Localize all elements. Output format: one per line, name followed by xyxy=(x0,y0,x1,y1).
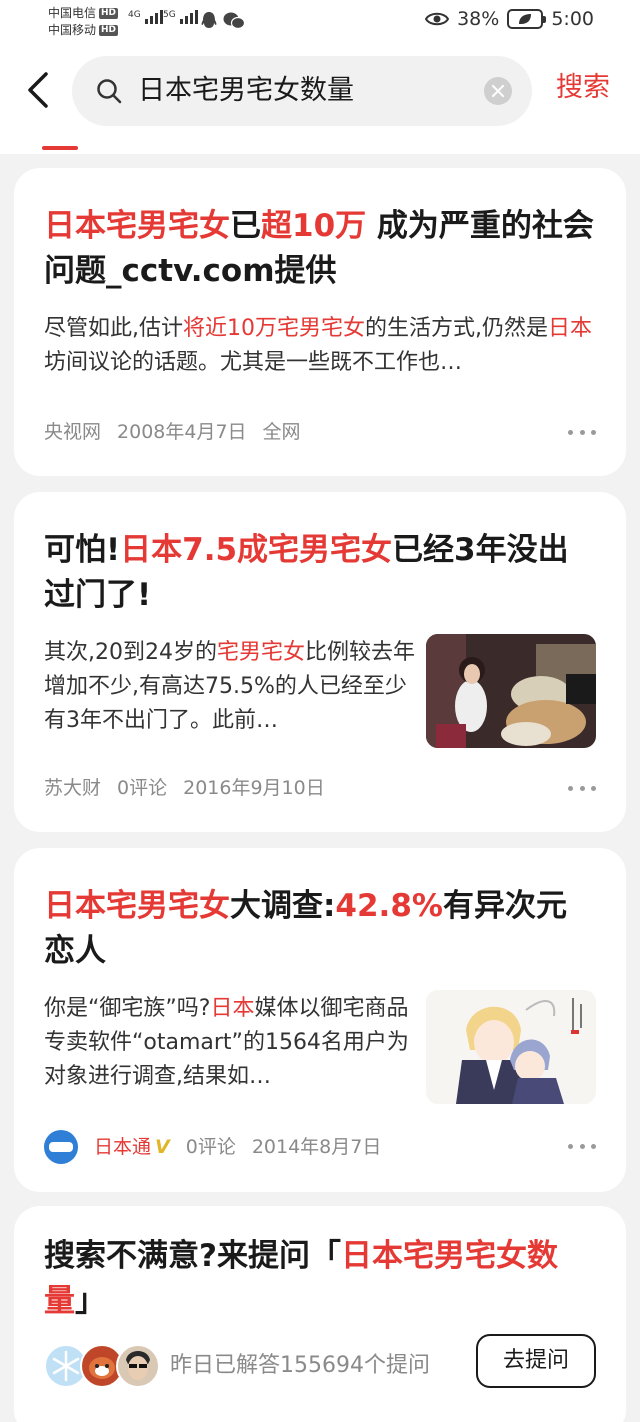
result-comments: 0评论 xyxy=(185,1136,236,1158)
result-snippet: 尽管如此,估计将近10万宅男宅女的生活方式,仍然是日本坊间议论的话题。尤其是一些… xyxy=(44,316,593,375)
avatar xyxy=(116,1344,160,1388)
result-meta: 日本通 V 0评论 2014年8月7日 xyxy=(44,1130,381,1164)
signal-icon: 5G xyxy=(163,10,198,24)
tab-indicator xyxy=(42,146,78,150)
source-logo-icon xyxy=(44,1130,78,1164)
result-card[interactable]: 可怕!日本7.5成宅男宅女已经3年没出过门了! 其次,20到24岁的宅男宅女比例… xyxy=(14,492,626,832)
result-date: 2016年9月10日 xyxy=(183,777,325,799)
result-date: 2014年8月7日 xyxy=(251,1136,382,1158)
ask-title: 搜索不满意?来提问「日本宅男宅女数量」 xyxy=(44,1238,558,1319)
anime-illustration-image xyxy=(426,990,596,1104)
search-input[interactable]: 日本宅男宅女数量 xyxy=(72,56,532,126)
back-arrow-icon[interactable] xyxy=(22,70,58,110)
status-bar: 中国电信 HD 中国移动 HD 4G 5G 38% 5:00 xyxy=(0,0,640,46)
result-card[interactable]: 日本宅男宅女已超10万 成为严重的社会问题_cctv.com提供 尽管如此,估计… xyxy=(14,168,626,476)
result-source[interactable]: 日本通 xyxy=(94,1135,151,1159)
verified-badge-icon: V xyxy=(155,1136,170,1158)
hd-badge: HD xyxy=(99,8,119,19)
more-options-icon[interactable] xyxy=(568,1142,596,1150)
carrier-2: 中国移动 xyxy=(48,23,97,37)
ask-question-button[interactable]: 去提问 xyxy=(476,1334,596,1388)
wechat-icon xyxy=(223,12,245,30)
result-comments: 0评论 xyxy=(117,777,168,799)
hd-badge: HD xyxy=(99,25,119,36)
qq-icon xyxy=(201,12,217,28)
answered-count: 昨日已解答155694个提问 xyxy=(170,1353,430,1378)
search-query[interactable]: 日本宅男宅女数量 xyxy=(138,74,354,108)
result-date: 2008年4月7日 xyxy=(117,421,247,443)
battery-percent: 38% xyxy=(457,8,500,30)
result-source: 苏大财 xyxy=(44,777,102,799)
more-options-icon[interactable] xyxy=(568,784,596,792)
result-thumbnail[interactable] xyxy=(426,634,596,748)
result-snippet: 其次,20到24岁的宅男宅女比例较去年增加不少,有高达75.5%的人已经至少有3… xyxy=(44,640,416,733)
clear-icon[interactable] xyxy=(484,77,512,105)
signal-icon: 4G xyxy=(128,10,163,24)
result-meta: 央视网 2008年4月7日 全网 xyxy=(44,420,301,444)
result-card[interactable]: 日本宅男宅女大调查:42.8%有异次元恋人 你是“御宅族”吗?日本媒体以御宅商品… xyxy=(14,848,626,1192)
result-snippet: 你是“御宅族”吗?日本媒体以御宅商品专卖软件“otamart”的1564名用户为… xyxy=(44,996,409,1089)
result-title[interactable]: 可怕!日本7.5成宅男宅女已经3年没出过门了! xyxy=(44,528,596,618)
search-button[interactable]: 搜索 xyxy=(556,70,610,106)
eye-icon xyxy=(425,12,450,26)
result-scope: 全网 xyxy=(262,421,301,443)
more-options-icon[interactable] xyxy=(568,428,596,436)
clock: 5:00 xyxy=(551,8,594,30)
leaf-icon xyxy=(519,14,532,24)
result-source: 央视网 xyxy=(44,421,102,443)
photo-image xyxy=(426,634,596,748)
search-header: 日本宅男宅女数量 搜索 xyxy=(0,46,640,154)
ask-question-card: 搜索不满意?来提问「日本宅男宅女数量」 昨日已解答155694个提问 去提问 xyxy=(14,1206,626,1422)
search-icon xyxy=(97,79,122,104)
result-thumbnail[interactable] xyxy=(426,990,596,1104)
carrier-1: 中国电信 xyxy=(48,6,97,20)
answerer-avatars xyxy=(44,1344,164,1388)
battery-icon xyxy=(507,9,547,29)
result-title[interactable]: 日本宅男宅女大调查:42.8%有异次元恋人 xyxy=(44,884,596,974)
person-icon xyxy=(126,1351,150,1380)
carrier-info: 中国电信 HD 中国移动 HD xyxy=(48,5,119,39)
result-meta: 苏大财 0评论 2016年9月10日 xyxy=(44,776,325,800)
result-title[interactable]: 日本宅男宅女已超10万 成为严重的社会问题_cctv.com提供 xyxy=(44,204,596,294)
